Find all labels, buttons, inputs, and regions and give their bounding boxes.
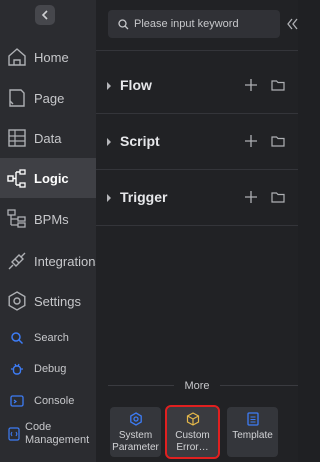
sidebar-item-integrations[interactable]: Integrations bbox=[0, 249, 102, 273]
sidebar-item-label: Home bbox=[34, 49, 69, 65]
sidebar-item-label: Console bbox=[34, 394, 75, 407]
cube-icon bbox=[186, 412, 199, 426]
divider bbox=[96, 50, 298, 51]
section-title: Trigger bbox=[120, 189, 168, 205]
search-icon bbox=[10, 331, 24, 345]
sidebar-item-search[interactable]: Search bbox=[0, 330, 96, 346]
section-flow[interactable]: Flow bbox=[96, 58, 298, 114]
sidebar-item-label: Settings bbox=[34, 293, 81, 309]
double-chevron-left-icon[interactable] bbox=[286, 14, 298, 34]
section-title: Flow bbox=[120, 77, 152, 93]
settings-gear-icon bbox=[129, 412, 142, 426]
gear-icon bbox=[7, 291, 27, 311]
logic-panel: Please input keyword Flow Script Trigger… bbox=[96, 0, 298, 462]
sidebar-item-label: Code Management bbox=[25, 421, 90, 446]
collapse-sidebar-button[interactable] bbox=[35, 5, 55, 25]
folder-icon[interactable] bbox=[271, 78, 285, 92]
tool-label: Custom Error… bbox=[175, 430, 210, 453]
left-sidebar: Home Page Data Logic BPMs Integrations S… bbox=[0, 0, 102, 462]
more-section-label: More bbox=[96, 380, 298, 392]
terminal-icon bbox=[10, 394, 24, 408]
plug-icon bbox=[7, 251, 27, 271]
caret-right-icon[interactable] bbox=[106, 81, 112, 91]
page-icon bbox=[7, 88, 27, 108]
section-trigger[interactable]: Trigger bbox=[96, 170, 298, 226]
sidebar-item-label: Page bbox=[34, 90, 65, 106]
sidebar-item-code-management[interactable]: Code Management bbox=[0, 420, 96, 448]
bug-icon bbox=[10, 362, 24, 376]
section-script[interactable]: Script bbox=[96, 114, 298, 170]
search-input[interactable]: Please input keyword bbox=[108, 10, 280, 38]
process-tree-icon bbox=[7, 209, 27, 229]
sidebar-item-data[interactable]: Data bbox=[0, 126, 96, 150]
sidebar-item-label: Debug bbox=[34, 362, 67, 375]
sidebar-item-bpms[interactable]: BPMs bbox=[0, 207, 96, 231]
caret-right-icon[interactable] bbox=[106, 193, 112, 203]
more-label-text: More bbox=[174, 380, 220, 392]
code-icon bbox=[8, 427, 20, 441]
sidebar-item-label: Data bbox=[34, 130, 62, 146]
sidebar-item-label: Integrations bbox=[34, 253, 102, 269]
sidebar-item-console[interactable]: Console bbox=[0, 393, 96, 409]
section-title: Script bbox=[120, 133, 160, 149]
sidebar-item-page[interactable]: Page bbox=[0, 86, 96, 110]
document-icon bbox=[246, 412, 259, 426]
caret-right-icon[interactable] bbox=[106, 137, 112, 147]
template-button[interactable]: Template bbox=[227, 407, 278, 457]
sidebar-item-settings[interactable]: Settings bbox=[0, 289, 96, 313]
sidebar-item-label: Logic bbox=[34, 170, 69, 186]
add-icon[interactable] bbox=[244, 134, 258, 148]
chevron-left-icon bbox=[41, 10, 48, 20]
divider bbox=[96, 225, 298, 226]
tool-label: System Parameter bbox=[112, 430, 159, 453]
folder-icon[interactable] bbox=[271, 190, 285, 204]
add-icon[interactable] bbox=[244, 78, 258, 92]
sidebar-item-home[interactable]: Home bbox=[0, 45, 96, 69]
sidebar-item-logic[interactable]: Logic bbox=[0, 158, 96, 198]
logic-flow-icon bbox=[7, 168, 27, 188]
search-icon bbox=[118, 18, 129, 29]
system-parameter-button[interactable]: System Parameter bbox=[110, 407, 161, 457]
search-placeholder: Please input keyword bbox=[134, 18, 239, 30]
custom-error-button[interactable]: Custom Error… bbox=[165, 405, 220, 459]
sidebar-item-debug[interactable]: Debug bbox=[0, 361, 96, 377]
sidebar-item-label: BPMs bbox=[34, 211, 69, 227]
tool-label: Template bbox=[232, 430, 273, 441]
folder-icon[interactable] bbox=[271, 134, 285, 148]
sidebar-item-label: Search bbox=[34, 331, 69, 344]
home-icon bbox=[7, 47, 27, 67]
add-icon[interactable] bbox=[244, 190, 258, 204]
table-icon bbox=[7, 128, 27, 148]
